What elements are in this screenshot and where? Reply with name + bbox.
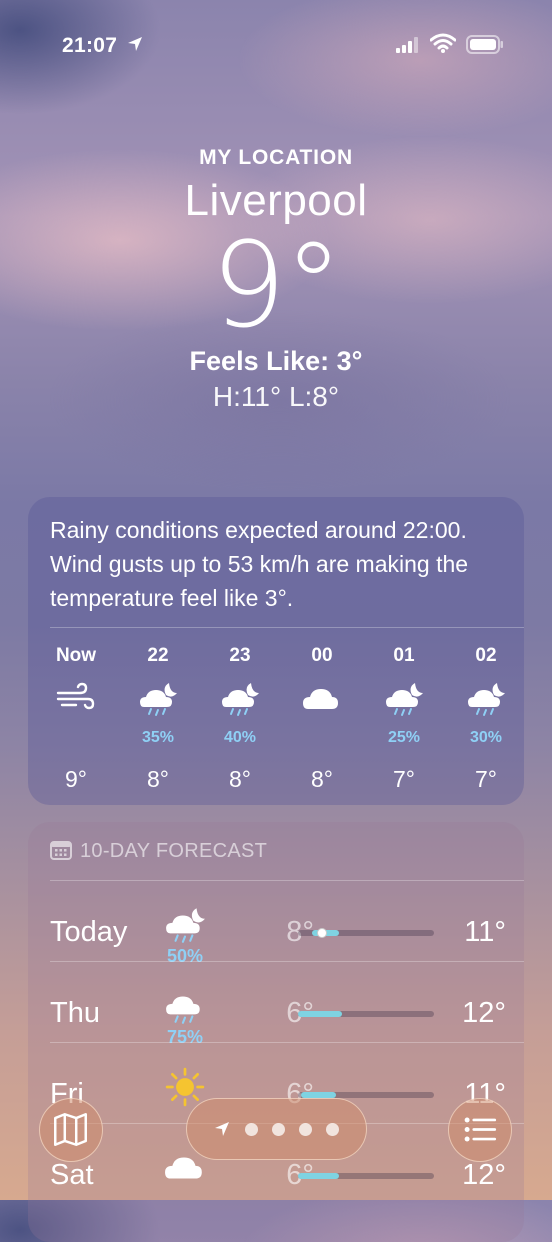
current-location-icon <box>215 1122 229 1136</box>
wifi-icon <box>430 33 456 53</box>
map-button[interactable] <box>39 1098 103 1162</box>
precip-chance: 30% <box>469 729 503 746</box>
status-bar: 21:07 <box>0 0 552 90</box>
precip-chance: 25% <box>387 729 421 746</box>
cloud-icon <box>300 679 344 719</box>
feels-like: Feels Like: 3° <box>189 346 363 376</box>
hour-label: 00 <box>311 645 333 666</box>
ten-day-forecast-card[interactable]: 10-DAY FORECAST Today50%8°11°Thu75%6°12°… <box>28 822 524 1242</box>
page-dot[interactable] <box>272 1123 285 1136</box>
high-temp: 11° <box>464 916 506 948</box>
signal-icon <box>396 37 418 53</box>
page-dot[interactable] <box>326 1123 339 1136</box>
day-row[interactable]: Thu75%6°12° <box>28 961 524 1047</box>
divider <box>50 1042 524 1043</box>
forecast-summary: Rainy conditions expected around 22:00. … <box>50 517 469 611</box>
divider <box>50 961 524 962</box>
calendar-icon <box>50 841 72 860</box>
rain-cloud-icon <box>160 985 210 1027</box>
status-time: 21:07 <box>62 34 118 57</box>
hour-label: Now <box>55 645 97 666</box>
weather-header: MY LOCATION Liverpool 9° Feels Like: 3° … <box>0 140 552 413</box>
battery-icon <box>466 35 503 54</box>
list-icon <box>464 1117 497 1142</box>
page-dot[interactable] <box>245 1123 258 1136</box>
day-label: Sat <box>50 1159 94 1191</box>
hour-label: 23 <box>229 645 251 666</box>
rain-moon-icon <box>136 679 180 719</box>
hour-temp: 8° <box>147 766 169 792</box>
location-list-button[interactable] <box>448 1098 512 1162</box>
high-temp: 12° <box>462 997 506 1029</box>
location-arrow-icon <box>128 37 142 51</box>
wind-icon <box>54 679 98 719</box>
hour-label: 02 <box>475 645 497 666</box>
precip-chance: 35% <box>141 729 175 746</box>
hour-temp: 8° <box>311 766 333 792</box>
high-low: H:11° L:8° <box>212 381 340 412</box>
temp-range-fill <box>298 1173 339 1179</box>
rain-moon-icon <box>382 679 426 719</box>
hourly-forecast-card[interactable]: Rainy conditions expected around 22:00. … <box>28 497 524 805</box>
location-pager[interactable] <box>186 1098 367 1160</box>
hour-temp: 7° <box>475 766 497 792</box>
current-temp-dot <box>317 928 328 938</box>
current-temperature: 9° <box>210 216 343 354</box>
rain-moon-icon <box>464 679 508 719</box>
rain-moon-icon <box>160 904 210 946</box>
day-row[interactable]: Today 50% 8° 11° <box>28 880 524 966</box>
day-label: Thu <box>50 997 100 1029</box>
ten-day-title: 10-DAY FORECAST <box>80 840 268 862</box>
temp-range-fill <box>298 1011 342 1017</box>
rain-moon-icon <box>218 679 262 719</box>
high-temp: 12° <box>462 1159 506 1191</box>
page-dot[interactable] <box>299 1123 312 1136</box>
precip-chance: 40% <box>223 729 257 746</box>
divider <box>50 880 524 881</box>
hour-label: 01 <box>393 645 415 666</box>
temp-range-bar <box>298 1011 434 1017</box>
hour-temp: 8° <box>229 766 251 792</box>
location-label: MY LOCATION <box>199 146 353 169</box>
ten-day-header: 10-DAY FORECAST <box>50 840 267 863</box>
temp-range-bar <box>298 928 434 938</box>
map-icon <box>54 1113 87 1146</box>
day-label: Today <box>50 916 128 948</box>
divider <box>50 627 524 628</box>
temp-range-bar <box>298 1173 434 1179</box>
hour-temp: 9° <box>65 766 87 792</box>
hour-label: 22 <box>147 645 169 666</box>
hour-temp: 7° <box>393 766 415 792</box>
